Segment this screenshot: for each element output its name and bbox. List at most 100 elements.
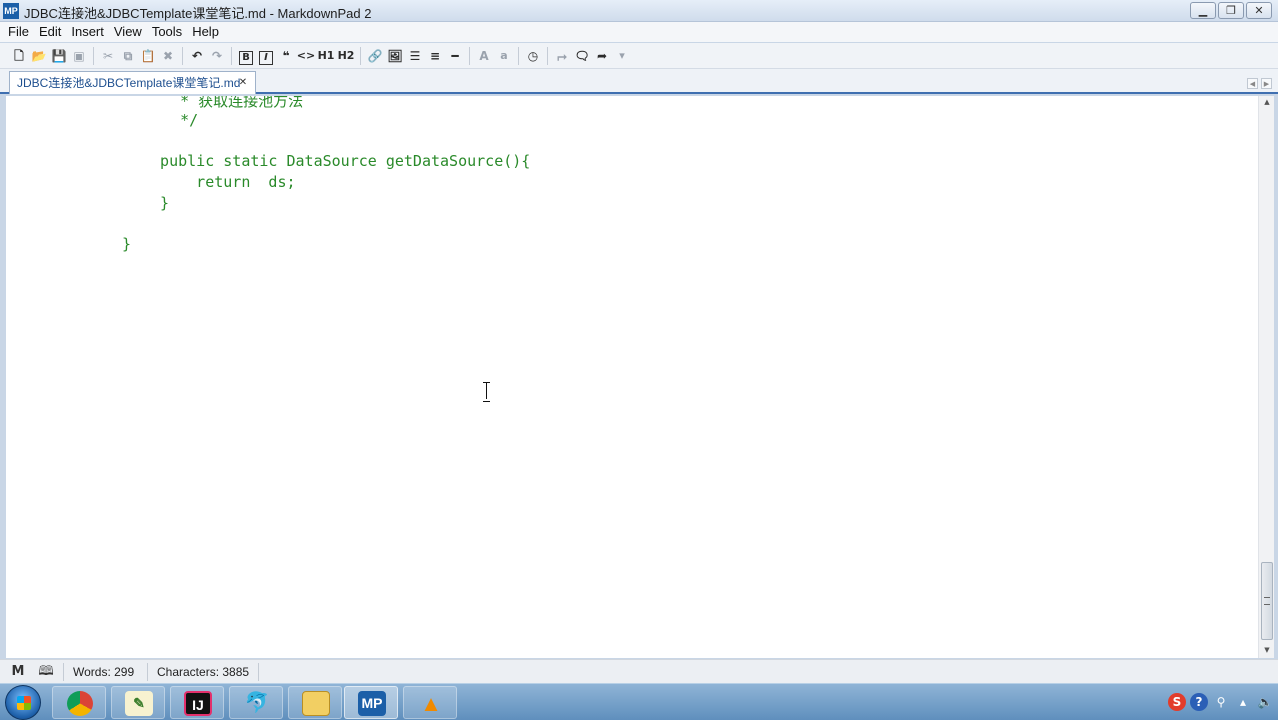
menu-view[interactable]: View bbox=[109, 22, 147, 42]
scrollbar-grip-icon bbox=[1264, 597, 1270, 605]
italic-button[interactable]: I bbox=[256, 46, 276, 66]
toolbar-separator bbox=[182, 46, 183, 65]
document-tab[interactable]: JDBC连接池&JDBCTemplate课堂笔记.md ✕ bbox=[9, 71, 256, 94]
status-divider bbox=[258, 663, 259, 681]
windows-logo-icon bbox=[17, 696, 31, 710]
save-icon[interactable]: 💾 bbox=[49, 46, 69, 66]
horizontal-rule-icon[interactable]: ━ bbox=[445, 46, 465, 66]
vlc-cone-icon: ▲ bbox=[420, 691, 442, 716]
status-divider bbox=[147, 663, 148, 681]
font-larger-button[interactable]: A bbox=[474, 46, 494, 66]
text-cursor-icon bbox=[482, 382, 491, 402]
sync-scroll-icon[interactable]: ⮣ bbox=[552, 46, 572, 66]
window-title: JDBC连接池&JDBCTemplate课堂笔记.md - MarkdownPa… bbox=[24, 6, 372, 21]
font-smaller-button[interactable]: a bbox=[494, 46, 514, 66]
toolbar-overflow-icon[interactable]: ▾ bbox=[612, 46, 632, 66]
image-icon[interactable]: 🖼 bbox=[385, 46, 405, 66]
menu-file[interactable]: File bbox=[3, 22, 34, 42]
toolbar: 🗋 📂 💾 ▣ ✂ ⧉ 📋 ✖ ↶ ↷ B I ❝ <> H1 H2 🔗 🖼 ☰… bbox=[0, 43, 1278, 69]
tab-scroll-arrows: ◀ ▶ bbox=[1247, 78, 1272, 89]
menu-tools[interactable]: Tools bbox=[147, 22, 187, 42]
unordered-list-icon[interactable]: ☰ bbox=[405, 46, 425, 66]
dolphin-icon: 🐬 bbox=[244, 692, 270, 714]
markdownpad-icon: MP bbox=[358, 691, 386, 716]
undo-icon[interactable]: ↶ bbox=[187, 46, 207, 66]
taskbar-editor[interactable]: ✎ bbox=[111, 686, 165, 719]
timestamp-icon[interactable]: ◷ bbox=[523, 46, 543, 66]
system-tray: S ? ⚲ ▴ 🔈 bbox=[1168, 693, 1274, 711]
minimize-button[interactable]: ▁ bbox=[1190, 2, 1216, 19]
status-divider bbox=[63, 663, 64, 681]
copy-icon[interactable]: ⧉ bbox=[118, 46, 138, 66]
character-count: Characters: 3885 bbox=[157, 665, 250, 679]
cut-icon[interactable]: ✂ bbox=[98, 46, 118, 66]
folder-icon bbox=[302, 691, 330, 716]
save-all-icon[interactable]: ▣ bbox=[69, 46, 89, 66]
scroll-up-icon[interactable]: ▲ bbox=[1261, 96, 1273, 108]
taskbar-markdownpad[interactable]: MP bbox=[344, 686, 398, 719]
taskbar-intellij[interactable]: IJ bbox=[170, 686, 224, 719]
link-icon[interactable]: 🔗 bbox=[365, 46, 385, 66]
code-line: return ds; bbox=[142, 173, 296, 191]
close-window-button[interactable]: ✕ bbox=[1246, 2, 1272, 19]
maximize-button[interactable]: ❐ bbox=[1218, 2, 1244, 19]
menu-insert[interactable]: Insert bbox=[66, 22, 109, 42]
markdown-icon[interactable]: M bbox=[10, 664, 26, 680]
toolbar-separator bbox=[469, 46, 470, 65]
menu-bar: File Edit Insert View Tools Help bbox=[0, 22, 1278, 42]
vertical-scrollbar[interactable]: ▲ ▼ bbox=[1258, 96, 1274, 658]
preview-icon[interactable]: 🗨 bbox=[572, 46, 592, 66]
code-line: */ bbox=[153, 111, 199, 129]
code-line: public static DataSource getDataSource()… bbox=[142, 152, 531, 170]
close-tab-icon[interactable]: ✕ bbox=[237, 77, 249, 89]
italic-label: I bbox=[259, 50, 273, 65]
taskbar-vlc[interactable]: ▲ bbox=[403, 686, 457, 719]
toolbar-separator bbox=[93, 46, 94, 65]
help-icon[interactable]: ? bbox=[1190, 693, 1208, 711]
status-bar: M 🕮 Words: 299 Characters: 3885 bbox=[0, 659, 1278, 683]
bold-label: B bbox=[239, 50, 253, 65]
code-button[interactable]: <> bbox=[296, 46, 316, 66]
tab-scroll-left-icon[interactable]: ◀ bbox=[1247, 78, 1258, 89]
intellij-icon: IJ bbox=[184, 691, 212, 716]
bold-button[interactable]: B bbox=[236, 46, 256, 66]
book-icon[interactable]: 🕮 bbox=[38, 664, 54, 680]
scroll-down-icon[interactable]: ▼ bbox=[1261, 644, 1273, 656]
export-icon[interactable]: ➦ bbox=[592, 46, 612, 66]
code-line: * 获取连接池方法 bbox=[153, 96, 304, 110]
document-tab-label: JDBC连接池&JDBCTemplate课堂笔记.md bbox=[17, 76, 241, 90]
network-icon[interactable]: ⚲ bbox=[1212, 693, 1230, 711]
markdownpad-app-icon[interactable]: MP bbox=[3, 3, 19, 19]
menu-edit[interactable]: Edit bbox=[34, 22, 66, 42]
sogou-input-icon[interactable]: S bbox=[1168, 693, 1186, 711]
taskbar-mysql[interactable]: 🐬 bbox=[229, 686, 283, 719]
redo-icon[interactable]: ↷ bbox=[207, 46, 227, 66]
ordered-list-icon[interactable]: ≡ bbox=[425, 46, 445, 66]
show-hidden-icons-icon[interactable]: ▴ bbox=[1234, 693, 1252, 711]
tab-scroll-right-icon[interactable]: ▶ bbox=[1261, 78, 1272, 89]
scrollbar-thumb[interactable] bbox=[1261, 562, 1273, 640]
taskbar-chrome[interactable] bbox=[52, 686, 106, 719]
delete-icon[interactable]: ✖ bbox=[158, 46, 178, 66]
document-tab-strip: JDBC连接池&JDBCTemplate课堂笔记.md ✕ ◀ ▶ bbox=[0, 69, 1278, 94]
window-controls: ▁ ❐ ✕ bbox=[1190, 2, 1272, 19]
code-line: } bbox=[122, 235, 132, 253]
toolbar-separator bbox=[231, 46, 232, 65]
notepad-icon: ✎ bbox=[125, 691, 153, 716]
new-document-icon[interactable]: 🗋 bbox=[9, 46, 29, 66]
chrome-icon bbox=[67, 691, 93, 716]
menu-help[interactable]: Help bbox=[187, 22, 224, 42]
windows-taskbar: ✎ IJ 🐬 MP ▲ S ? ⚲ ▴ 🔈 bbox=[0, 683, 1278, 720]
word-count: Words: 299 bbox=[73, 665, 135, 679]
editor-pane[interactable]: * 获取连接池方法 */ public static DataSource ge… bbox=[6, 96, 1258, 658]
heading1-button[interactable]: H1 bbox=[316, 46, 336, 66]
start-button[interactable] bbox=[5, 685, 41, 720]
open-folder-icon[interactable]: 📂 bbox=[29, 46, 49, 66]
toolbar-separator bbox=[360, 46, 361, 65]
code-line: } bbox=[142, 194, 170, 212]
heading2-button[interactable]: H2 bbox=[336, 46, 356, 66]
volume-icon[interactable]: 🔈 bbox=[1256, 693, 1274, 711]
taskbar-explorer[interactable] bbox=[288, 686, 342, 719]
quote-button[interactable]: ❝ bbox=[276, 46, 296, 66]
paste-icon[interactable]: 📋 bbox=[138, 46, 158, 66]
